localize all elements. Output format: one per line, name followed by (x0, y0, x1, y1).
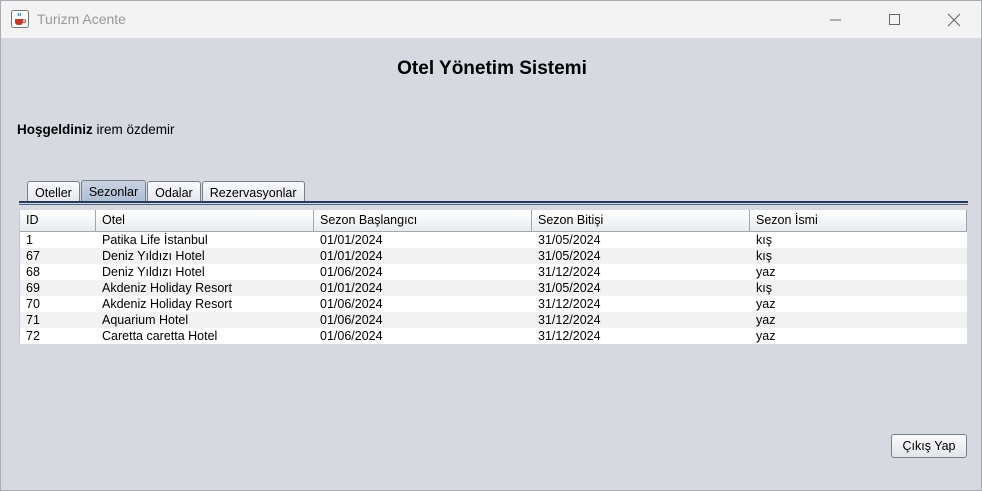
page-title: Otel Yönetim Sistemi (397, 58, 587, 79)
tab-odalar[interactable]: Odalar (147, 181, 201, 203)
cell-id: 72 (26, 329, 40, 343)
column-header-id[interactable]: ID (20, 210, 96, 231)
title-bar: Turizm Acente (1, 1, 981, 38)
cell-season-name: kış (756, 233, 772, 247)
cell-otel: Deniz Yıldızı Hotel (102, 265, 205, 279)
table-row[interactable]: 72 Caretta caretta Hotel 01/06/2024 31/1… (20, 328, 967, 344)
table-row[interactable]: 71 Aquarium Hotel 01/06/2024 31/12/2024 … (20, 312, 967, 328)
cell-otel: Aquarium Hotel (102, 313, 189, 327)
minimize-button[interactable] (813, 1, 859, 38)
column-header-sezon-bitisi[interactable]: Sezon Bitişi (532, 210, 750, 231)
cell-id: 70 (26, 297, 40, 311)
cell-season-name: yaz (756, 297, 776, 311)
tab-rezervasyonlar[interactable]: Rezervasyonlar (201, 181, 305, 203)
table-row[interactable]: 67 Deniz Yıldızı Hotel 01/01/2024 31/05/… (20, 248, 967, 264)
cell-season-name: yaz (756, 329, 776, 343)
column-header-sezon-ismi[interactable]: Sezon İsmi (750, 210, 967, 231)
tab-bar: Oteller Sezonlar Odalar Rezervasyonlar (27, 179, 306, 203)
season-table: ID Otel Sezon Başlangıcı Sezon Bitişi Se… (19, 210, 967, 344)
cell-start: 01/06/2024 (320, 329, 383, 343)
java-cup-icon (11, 10, 29, 28)
column-header-sezon-baslangici[interactable]: Sezon Başlangıcı (314, 210, 532, 231)
cell-season-name: kış (756, 281, 772, 295)
cell-end: 31/05/2024 (538, 249, 601, 263)
main-panel: Otel Yönetim Sistemi Hoşgeldiniz irem öz… (1, 38, 981, 490)
cell-end: 31/05/2024 (538, 233, 601, 247)
table-body: 1 Patika Life İstanbul 01/01/2024 31/05/… (20, 232, 967, 344)
cell-id: 67 (26, 249, 40, 263)
cell-season-name: yaz (756, 265, 776, 279)
cell-start: 01/01/2024 (320, 281, 383, 295)
close-button[interactable] (931, 1, 977, 38)
minimize-icon (830, 19, 841, 20)
table-row[interactable]: 69 Akdeniz Holiday Resort 01/01/2024 31/… (20, 280, 967, 296)
cell-end: 31/12/2024 (538, 265, 601, 279)
cell-start: 01/06/2024 (320, 313, 383, 327)
cell-end: 31/05/2024 (538, 281, 601, 295)
cell-id: 1 (26, 233, 33, 247)
cell-start: 01/06/2024 (320, 265, 383, 279)
cell-end: 31/12/2024 (538, 329, 601, 343)
tab-divider (19, 201, 968, 203)
close-icon (947, 13, 961, 26)
app-window: Turizm Acente Otel Yönetim Sistemi Hoşge… (0, 0, 982, 491)
table-row[interactable]: 70 Akdeniz Holiday Resort 01/06/2024 31/… (20, 296, 967, 312)
window-title: Turizm Acente (37, 11, 126, 27)
logout-button[interactable]: Çıkış Yap (891, 434, 967, 458)
tab-sezonlar[interactable]: Sezonlar (80, 180, 147, 203)
table-row[interactable]: 1 Patika Life İstanbul 01/01/2024 31/05/… (20, 232, 967, 248)
table-row[interactable]: 68 Deniz Yıldızı Hotel 01/06/2024 31/12/… (20, 264, 967, 280)
cell-otel: Akdeniz Holiday Resort (102, 281, 232, 295)
maximize-button[interactable] (872, 1, 918, 38)
cell-id: 69 (26, 281, 40, 295)
cell-end: 31/12/2024 (538, 297, 601, 311)
tab-oteller[interactable]: Oteller (27, 181, 80, 203)
cell-id: 68 (26, 265, 40, 279)
maximize-icon (889, 13, 900, 25)
welcome-message: Hoşgeldiniz irem özdemir (17, 122, 175, 137)
welcome-label: Hoşgeldiniz (17, 122, 93, 137)
cell-otel: Deniz Yıldızı Hotel (102, 249, 205, 263)
cell-season-name: yaz (756, 313, 776, 327)
cell-season-name: kış (756, 249, 772, 263)
cell-otel: Caretta caretta Hotel (102, 329, 218, 343)
cell-start: 01/01/2024 (320, 249, 383, 263)
user-name: irem özdemir (96, 122, 175, 137)
cell-start: 01/06/2024 (320, 297, 383, 311)
cell-end: 31/12/2024 (538, 313, 601, 327)
cell-id: 71 (26, 313, 40, 327)
cell-otel: Akdeniz Holiday Resort (102, 297, 232, 311)
column-header-otel[interactable]: Otel (96, 210, 314, 231)
tab-divider-secondary (19, 204, 968, 205)
cell-start: 01/01/2024 (320, 233, 383, 247)
cell-otel: Patika Life İstanbul (102, 233, 208, 247)
table-header: ID Otel Sezon Başlangıcı Sezon Bitişi Se… (20, 210, 967, 232)
